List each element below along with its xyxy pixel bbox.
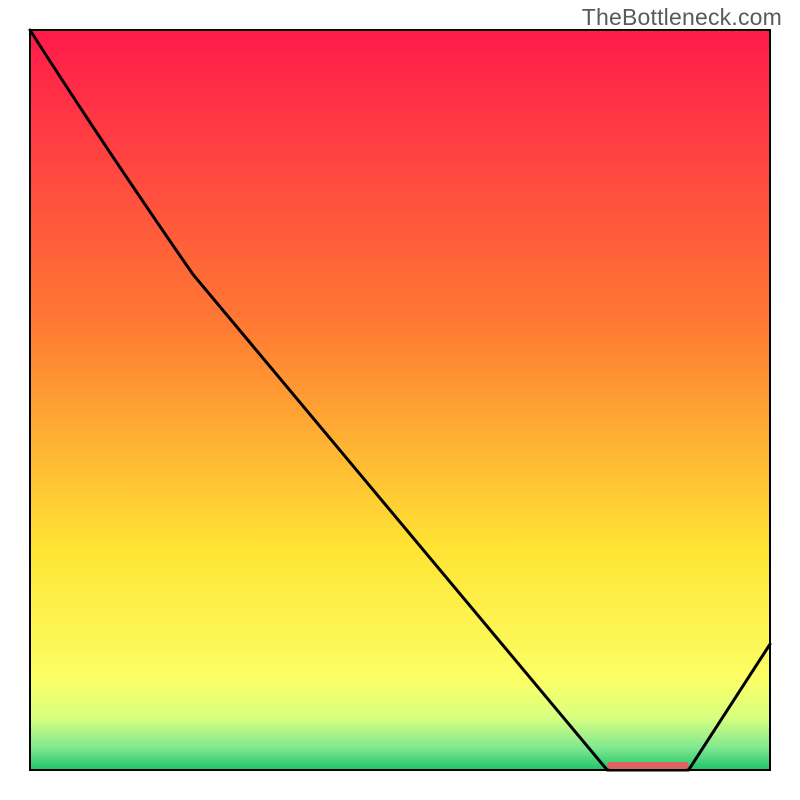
chart-container: TheBottleneck.com bbox=[0, 0, 800, 800]
plot-background bbox=[30, 30, 770, 770]
optimal-segment-marker bbox=[607, 762, 688, 769]
watermark-text: TheBottleneck.com bbox=[582, 4, 782, 31]
bottleneck-chart bbox=[0, 0, 800, 800]
